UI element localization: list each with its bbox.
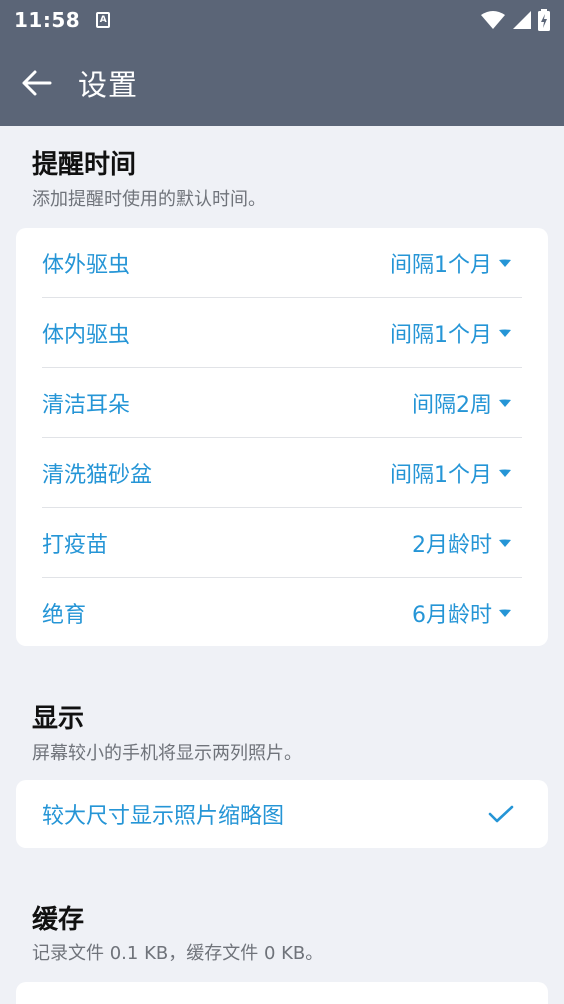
row-label: 较大尺寸显示照片缩略图 (42, 804, 285, 829)
dropdown-value: 间隔1个月 (390, 462, 492, 488)
reminder-section-subtitle: 添加提醒时使用的默认时间。 (32, 189, 266, 210)
reminder-row-neuter[interactable]: 绝育 6月龄时 (42, 578, 522, 648)
dropdown-value: 6月龄时 (412, 603, 492, 628)
wifi-icon (481, 11, 505, 29)
cache-card (16, 982, 548, 1004)
app-bar: 设置 (0, 40, 564, 126)
interval-dropdown[interactable]: 2月龄时 (412, 527, 522, 559)
status-bar: 11:58 A (0, 0, 564, 40)
row-label: 体外驱虫 (42, 252, 131, 278)
interval-dropdown[interactable]: 间隔1个月 (390, 247, 522, 279)
caret-down-icon (499, 609, 511, 617)
dropdown-value: 间隔2周 (412, 392, 492, 418)
row-label: 绝育 (42, 603, 87, 628)
row-label: 打疫苗 (42, 532, 109, 558)
caret-down-icon (499, 399, 511, 407)
dropdown-value: 2月龄时 (412, 532, 492, 558)
display-section-title: 显示 (32, 704, 85, 734)
status-time: 11:58 (14, 8, 81, 32)
display-card: 较大尺寸显示照片缩略图 (16, 780, 548, 848)
cache-section-title: 缓存 (32, 905, 85, 935)
caret-down-icon (499, 259, 511, 267)
reminder-row-external-deworm[interactable]: 体外驱虫 间隔1个月 (42, 228, 522, 298)
reminder-row-litter-box[interactable]: 清洗猫砂盆 间隔1个月 (42, 438, 522, 508)
notification-icon: A (96, 12, 111, 28)
interval-dropdown[interactable]: 间隔1个月 (390, 457, 522, 489)
dropdown-value: 间隔1个月 (390, 252, 492, 278)
dropdown-value: 间隔1个月 (390, 322, 492, 348)
display-section-subtitle: 屏幕较小的手机将显示两列照片。 (32, 743, 302, 764)
cache-section-subtitle: 记录文件 0.1 KB，缓存文件 0 KB。 (32, 943, 324, 964)
reminder-section-title: 提醒时间 (32, 150, 137, 180)
reminder-row-internal-deworm[interactable]: 体内驱虫 间隔1个月 (42, 298, 522, 368)
interval-dropdown[interactable]: 间隔2周 (412, 387, 522, 419)
battery-icon (538, 9, 550, 31)
back-arrow-icon (22, 70, 52, 96)
reminder-card: 体外驱虫 间隔1个月 体内驱虫 间隔1个月 清洁耳朵 间隔2周 清洗猫砂盆 间隔… (16, 228, 548, 646)
interval-dropdown[interactable]: 间隔1个月 (390, 317, 522, 349)
signal-icon (513, 11, 531, 29)
caret-down-icon (499, 329, 511, 337)
row-label: 清洁耳朵 (42, 392, 131, 418)
reminder-row-clean-ears[interactable]: 清洁耳朵 间隔2周 (42, 368, 522, 438)
row-label: 清洗猫砂盆 (42, 462, 153, 488)
interval-dropdown[interactable]: 6月龄时 (412, 597, 522, 629)
reminder-row-vaccine[interactable]: 打疫苗 2月龄时 (42, 508, 522, 578)
caret-down-icon (499, 469, 511, 477)
back-button[interactable] (6, 53, 66, 113)
checkmark-icon (488, 805, 514, 823)
caret-down-icon (499, 539, 511, 547)
large-thumbnail-option[interactable]: 较大尺寸显示照片缩略图 (42, 780, 522, 848)
row-label: 体内驱虫 (42, 322, 131, 348)
page-title: 设置 (78, 68, 139, 102)
